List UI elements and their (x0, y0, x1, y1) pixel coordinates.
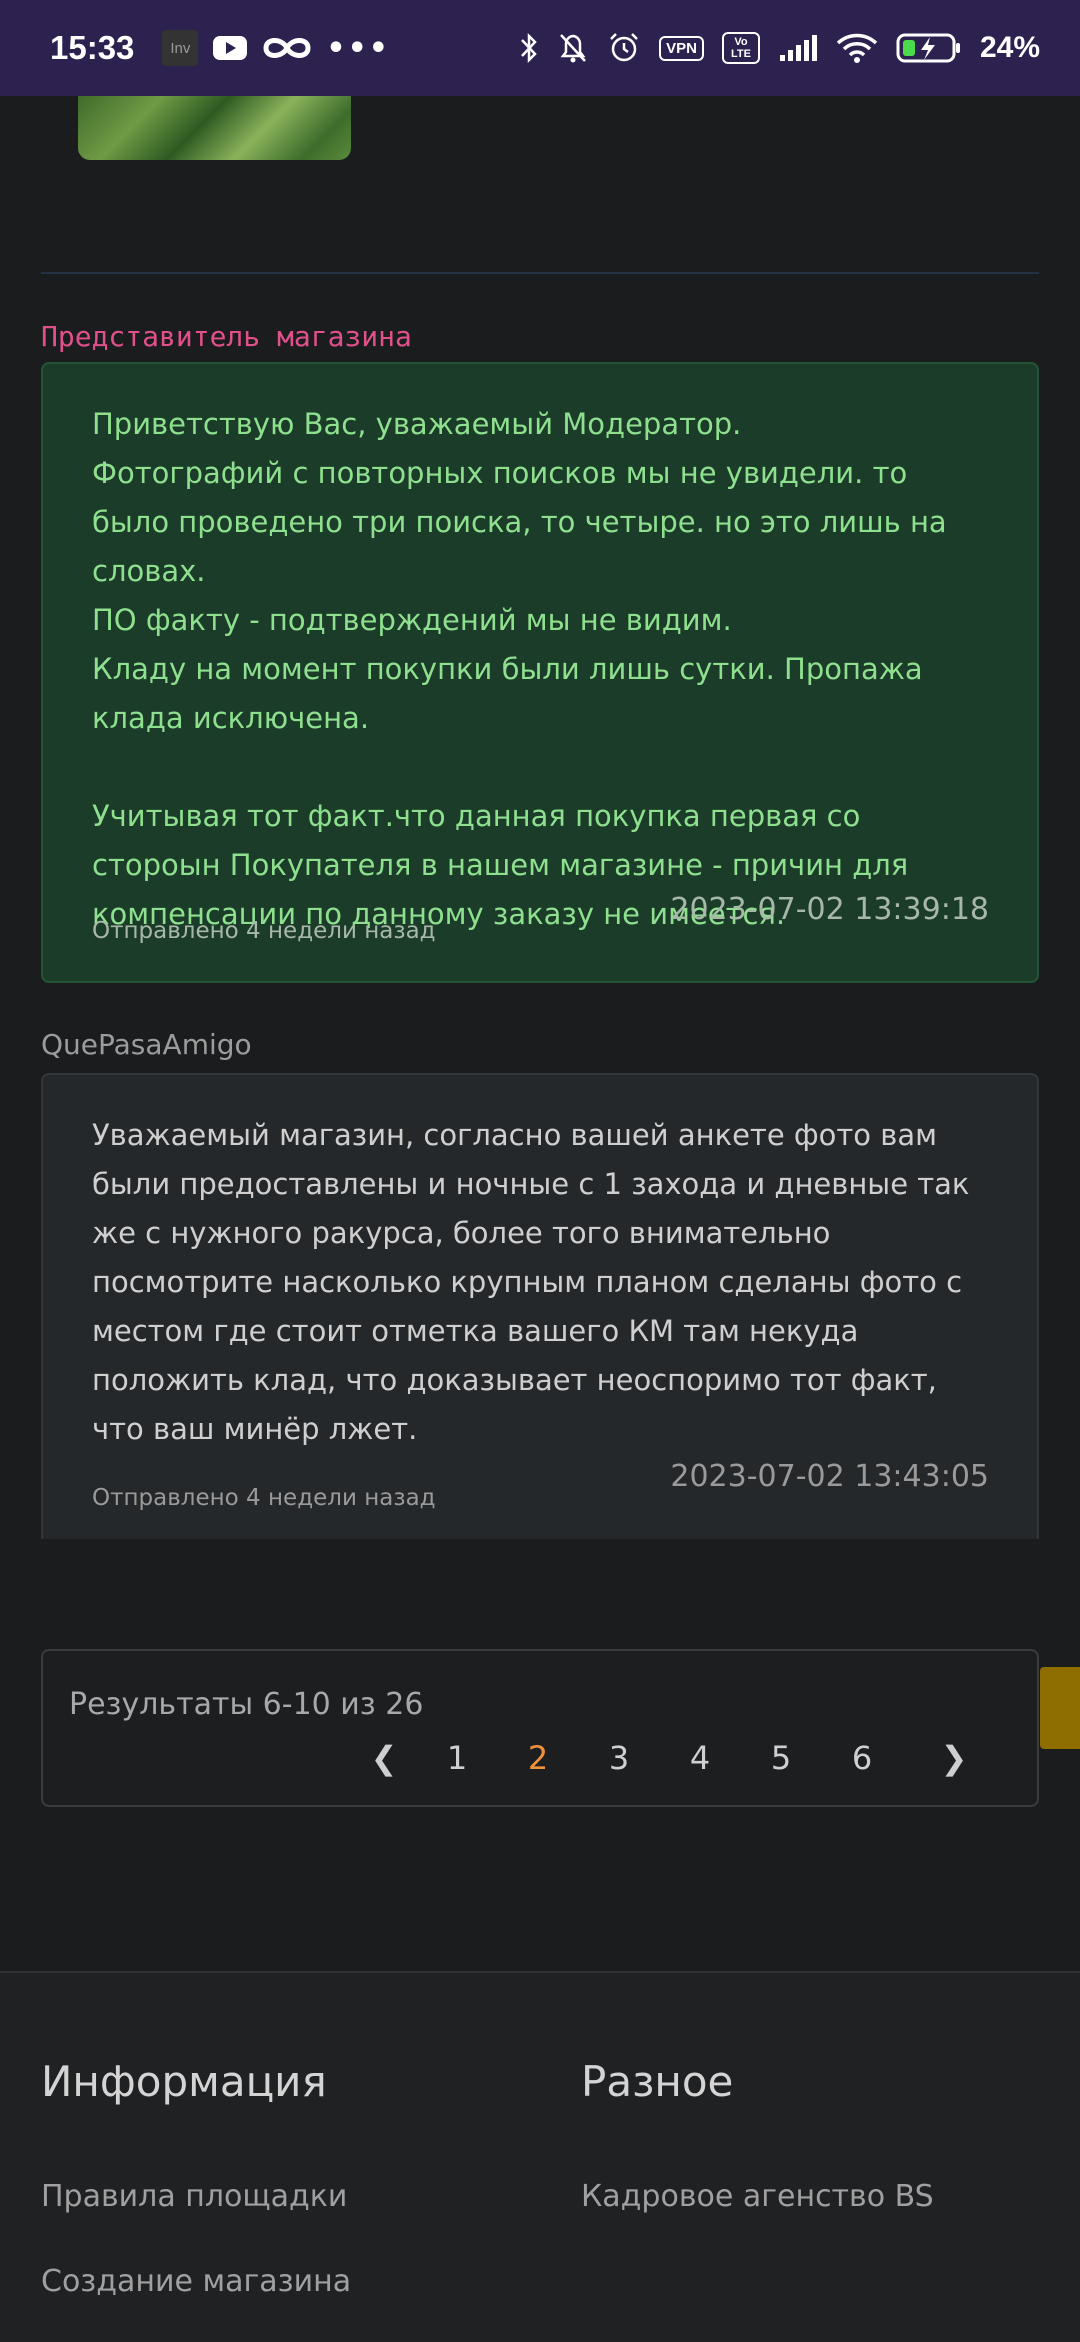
wifi-icon (836, 33, 878, 63)
message-card: Уважаемый магазин, согласно вашей анкете… (41, 1073, 1039, 1539)
prev-page-icon[interactable]: ❮ (364, 1739, 404, 1777)
page-link-5[interactable]: 5 (761, 1739, 801, 1777)
youtube-icon (213, 36, 248, 60)
message-author: QuePasaAmigo (41, 1028, 252, 1061)
bluetooth-icon (521, 32, 537, 64)
message-sent-ago: Отправлено 4 недели назад (92, 1485, 436, 1511)
page-link-2-current[interactable]: 2 (518, 1739, 558, 1777)
page-link-3[interactable]: 3 (599, 1739, 639, 1777)
alarm-icon (610, 33, 638, 62)
pagination: Результаты 6-10 из 26 ❮ 1 2 3 4 5 6 ❯ (41, 1649, 1039, 1807)
footer-link-rules[interactable]: Правила площадки (41, 2179, 347, 2214)
divider (41, 272, 1039, 274)
site-footer: Информация Разное Правила площадки Созда… (0, 1971, 1080, 2342)
message-card: Приветствую Вас, уважаемый Модератор. Фо… (41, 362, 1039, 983)
vpn-icon: VPN (659, 35, 704, 61)
bell-muted-icon (560, 34, 587, 63)
page-link-4[interactable]: 4 (680, 1739, 720, 1777)
pagination-nav: ❮ 1 2 3 4 5 6 ❯ (43, 1739, 1037, 1777)
footer-heading-info: Информация (41, 2057, 327, 2106)
message-timestamp: 2023-07-02 13:39:18 (670, 892, 989, 927)
footer-heading-misc: Разное (581, 2057, 734, 2106)
footer-link-create-shop[interactable]: Создание магазина (41, 2264, 351, 2299)
inv-app-icon: Inv (162, 30, 199, 66)
page-link-1[interactable]: 1 (437, 1739, 477, 1777)
footer-link-hr-agency[interactable]: Кадровое агенство BS (581, 2179, 934, 2214)
battery-percent: 24% (979, 31, 1040, 64)
page-link-6[interactable]: 6 (842, 1739, 882, 1777)
battery-charging-icon (896, 33, 960, 63)
message-text: Приветствую Вас, уважаемый Модератор. Фо… (92, 407, 947, 931)
results-count: Результаты 6-10 из 26 (69, 1687, 424, 1722)
message-sent-ago: Отправлено 4 недели назад (92, 918, 436, 944)
clock: 15:33 (50, 29, 135, 66)
volte-icon: Vo LTE (721, 32, 760, 64)
more-notifications-icon: ••• (326, 30, 390, 66)
photo-thumbnail[interactable] (78, 96, 351, 160)
signal-icon (779, 35, 817, 61)
side-floating-tab[interactable] (1040, 1667, 1080, 1749)
message-text: Уважаемый магазин, согласно вашей анкете… (92, 1118, 979, 1446)
message-timestamp: 2023-07-02 13:43:05 (670, 1459, 989, 1494)
next-page-icon[interactable]: ❯ (934, 1739, 974, 1777)
message-author: Представитель магазина (41, 320, 412, 353)
infinity-icon (263, 38, 311, 58)
status-bar: 15:33 Inv ••• VPN Vo LTE 24% (0, 0, 1080, 96)
